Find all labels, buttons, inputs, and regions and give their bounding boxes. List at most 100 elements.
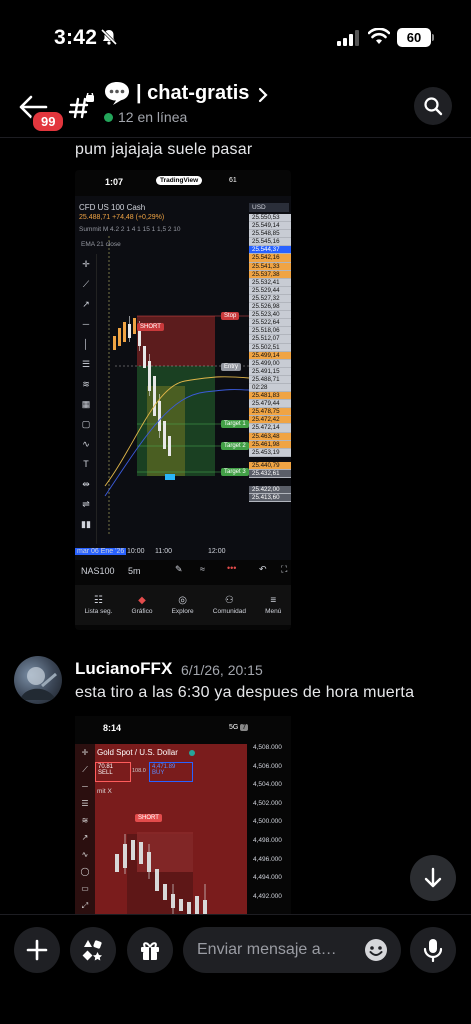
buy-label: BUY bbox=[152, 770, 165, 776]
search-button[interactable] bbox=[414, 87, 452, 125]
tv-logo-icon: ▮▮ bbox=[81, 519, 91, 529]
chart-ema: EMA 21 close bbox=[81, 241, 121, 248]
hline-icon[interactable]: ─ bbox=[75, 314, 97, 334]
emoji-icon[interactable] bbox=[364, 938, 388, 962]
trendline-icon[interactable]: ⟋ bbox=[75, 274, 97, 294]
symbol-bar: NAS100 5m ✎ ≈ ••• ↶ ⛶ bbox=[75, 560, 291, 582]
ray-icon[interactable]: ↗ bbox=[75, 294, 97, 314]
drawing-toolbar: ✛ ⟋ ↗ ─ │ ☰ ≋ ▦ ▢ ∿ T ⇹ ⇌ ▮▮ bbox=[75, 254, 97, 544]
vline-icon[interactable]: │ bbox=[75, 334, 97, 354]
pattern-icon[interactable]: ≋ bbox=[75, 374, 97, 394]
attachment-battery: 61 bbox=[229, 177, 237, 184]
plus-icon bbox=[26, 939, 48, 961]
scroll-to-bottom-button[interactable] bbox=[410, 855, 456, 901]
draw-icon: ≈ bbox=[200, 564, 205, 574]
axis-label: 4,494.000 bbox=[253, 874, 282, 882]
price-label: 25.537,38 bbox=[249, 270, 291, 279]
menu-icon: ≡ bbox=[270, 595, 277, 606]
ellipse-icon: ◯ bbox=[80, 867, 90, 876]
sell-label: SELL bbox=[98, 770, 113, 776]
voice-message-button[interactable] bbox=[410, 927, 456, 973]
axis-label: 4,496.000 bbox=[253, 855, 282, 863]
image-attachment-tradingview[interactable]: 1:07 TradingView 61 CFD US 100 Cash 25.4… bbox=[75, 170, 291, 630]
microphone-icon bbox=[423, 939, 443, 962]
gold-price-axis: 4,508.000 4,506.000 4,504.000 4,502.000 … bbox=[249, 744, 291, 914]
message-timestamp: 6/1/26, 20:15 bbox=[181, 662, 263, 678]
ray-icon: ↗ bbox=[81, 833, 89, 842]
hline-icon: ─ bbox=[82, 782, 88, 791]
text-tool-icon[interactable]: T bbox=[75, 454, 97, 474]
wave-icon[interactable]: ∿ bbox=[75, 434, 97, 454]
measure-icon[interactable]: ⇹ bbox=[75, 474, 97, 494]
add-attachment-button[interactable] bbox=[14, 927, 60, 973]
tradingview-tab-bar: ☷ Lista seg. ◆ Gráfico ◎ Explore ⚇ Comunidad… bbox=[75, 585, 291, 625]
price-label: 25.532,41 bbox=[249, 278, 291, 287]
market-open-dot bbox=[189, 750, 195, 756]
tab-chart: ◆ Gráfico bbox=[132, 595, 153, 615]
avatar[interactable] bbox=[14, 656, 62, 704]
price-label: 25.502,51 bbox=[249, 343, 291, 352]
fib-icon[interactable]: ☰ bbox=[75, 354, 97, 374]
tab-explore: ◎ Explore bbox=[172, 595, 194, 615]
arrow-down-icon bbox=[424, 867, 442, 888]
short-tag: SHORT bbox=[137, 323, 164, 331]
price-label: 25.526,98 bbox=[249, 303, 291, 312]
image-attachment-gold-chart[interactable]: 8:14 5G 7 Gold Spot / U.S. Dollar 70.81 bbox=[75, 716, 291, 914]
network-label: 5G bbox=[229, 724, 239, 731]
sell-button: 70.81 SELL bbox=[95, 762, 131, 782]
price-label: 25.544,37 bbox=[249, 246, 291, 255]
grid-icon[interactable]: ▦ bbox=[75, 394, 97, 414]
chevron-right-icon[interactable] bbox=[258, 87, 268, 103]
bell-off-icon bbox=[100, 28, 118, 46]
short-tag: SHORT bbox=[135, 814, 162, 822]
axis-label: 4,506.000 bbox=[253, 762, 282, 770]
axis-label: 4,498.000 bbox=[253, 836, 282, 844]
crosshair-icon[interactable]: ✛ bbox=[75, 254, 97, 274]
tab-watchlist: ☷ Lista seg. bbox=[85, 595, 113, 615]
price-label: 25.548,85 bbox=[249, 230, 291, 239]
price-label: 25.479,44 bbox=[249, 400, 291, 409]
channel-title[interactable]: | chat-gratis bbox=[136, 82, 249, 105]
compass-icon: ◎ bbox=[178, 595, 187, 606]
gift-button[interactable] bbox=[127, 927, 173, 973]
currency-label: USD bbox=[249, 203, 289, 212]
wifi-icon bbox=[368, 28, 390, 44]
status-time: 3:42 bbox=[54, 26, 98, 49]
apps-button[interactable] bbox=[70, 927, 116, 973]
rect-icon[interactable]: ▢ bbox=[75, 414, 97, 434]
message-text: pum jajajaja suele pasar bbox=[75, 141, 253, 158]
axis-time: 11:00 bbox=[155, 548, 172, 555]
price-label: 25.472,42 bbox=[249, 416, 291, 425]
time-axis: mar 06 Ene '26 10:00 11:00 12:00 bbox=[75, 546, 249, 560]
pencil-icon: ✎ bbox=[175, 564, 183, 574]
price-label: 25.461,98 bbox=[249, 440, 291, 449]
avatar-image bbox=[20, 667, 57, 700]
wave-icon: ∿ bbox=[81, 850, 89, 859]
tab-label: Lista seg. bbox=[84, 608, 113, 615]
ticker-label: NAS100 bbox=[81, 566, 115, 576]
gold-indicator: mit X bbox=[97, 788, 112, 795]
price-label: 02:28 bbox=[249, 383, 291, 393]
ruler-icon[interactable]: ⇌ bbox=[75, 494, 97, 514]
signal-icon bbox=[337, 30, 359, 46]
message-author[interactable]: LucianoFFX bbox=[75, 659, 172, 679]
target1-tag: Target 1 bbox=[221, 420, 249, 428]
price-label: 25.499,00 bbox=[249, 359, 291, 368]
tab-label: Explore bbox=[171, 608, 194, 615]
chart-icon: ◆ bbox=[138, 595, 146, 606]
axis-time: 10:00 bbox=[127, 548, 145, 555]
attachment-battery: 7 bbox=[240, 724, 249, 731]
price-label: 25.527,32 bbox=[249, 294, 291, 304]
price-label: 25.529,44 bbox=[249, 286, 291, 295]
battery-indicator: 60 bbox=[397, 28, 431, 47]
axis-label: 4,504.000 bbox=[253, 781, 282, 789]
chart-indicator: Summit M 4.2 2 1 4 1 15 1 1,5 2 10 bbox=[79, 226, 181, 233]
attachment-status-time: 1:07 bbox=[105, 177, 124, 187]
message-input[interactable] bbox=[197, 927, 357, 973]
axis-label: 4,500.000 bbox=[253, 818, 282, 826]
message-input-wrapper bbox=[183, 927, 401, 973]
price-label: 25.545,16 bbox=[249, 238, 291, 247]
price-label: 25.499,14 bbox=[249, 351, 291, 360]
status-bar: 3:42 60 bbox=[0, 0, 471, 70]
tab-community: ⚇ Comunidad bbox=[213, 595, 246, 615]
